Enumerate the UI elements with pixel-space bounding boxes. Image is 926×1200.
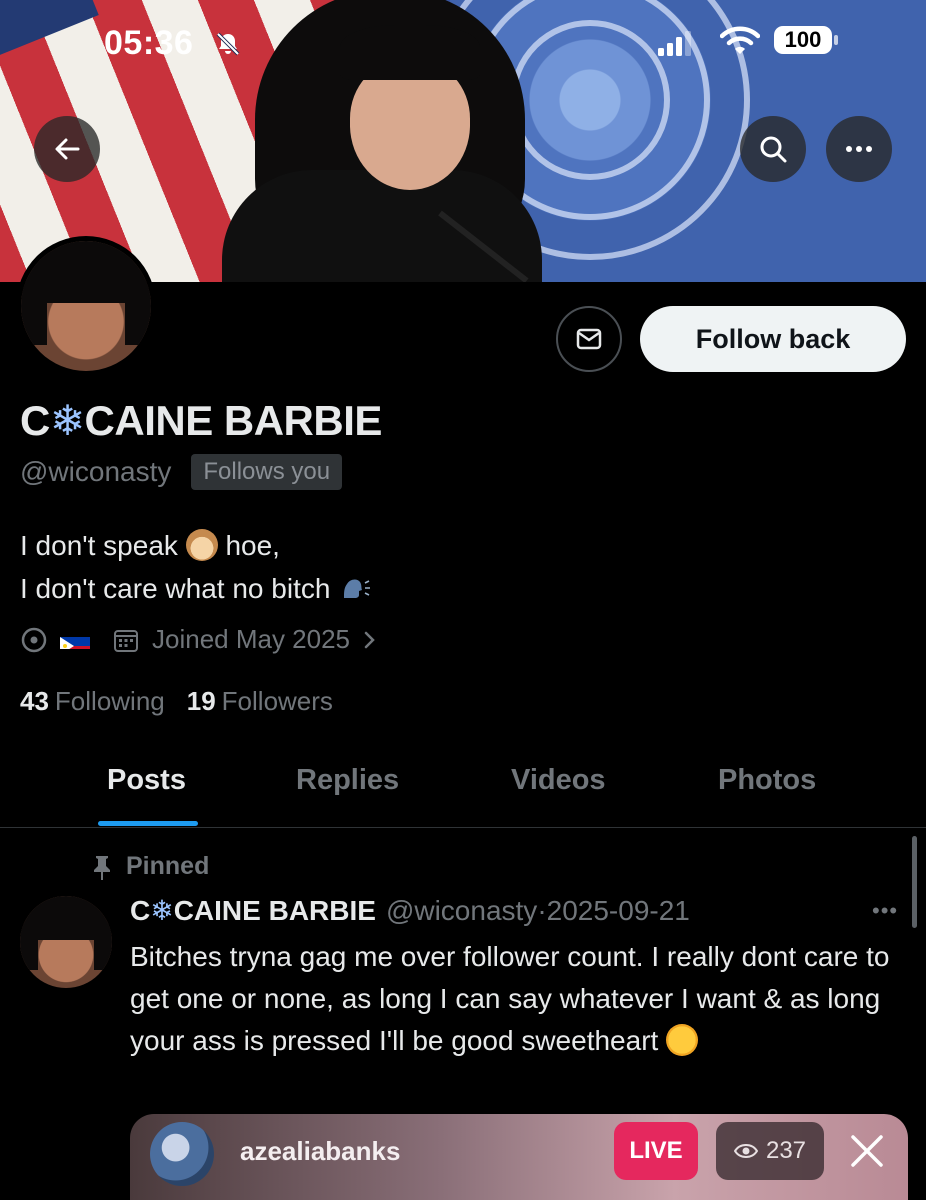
avatar-image (21, 241, 151, 371)
philippines-flag-icon (60, 631, 90, 649)
follows-you-badge: Follows you (191, 454, 343, 490)
handle-row: @wiconasty Follows you (20, 454, 343, 490)
close-live-button[interactable] (842, 1126, 892, 1176)
speaking-head-emoji (344, 579, 371, 598)
live-username: azealiabanks (240, 1136, 401, 1166)
calendar-icon (114, 629, 138, 652)
eye-icon (733, 1144, 758, 1158)
viewer-count: 237 (716, 1122, 824, 1180)
joined-date: Joined May 2025 (152, 624, 351, 654)
bell-slash-icon (216, 32, 240, 56)
back-button[interactable] (34, 116, 100, 182)
banner-person-body (222, 170, 542, 282)
post-author-avatar[interactable] (20, 896, 112, 988)
tab-posts[interactable]: Posts (107, 764, 186, 797)
signal-icon (658, 31, 691, 56)
profile-bio: I don't speak hoe, I don't care what no … (20, 524, 372, 610)
active-tab-indicator (98, 821, 198, 826)
live-user-avatar (150, 1122, 214, 1186)
profile-handle: @wiconasty (20, 456, 172, 487)
live-stream-bar[interactable]: azealiabanks LIVE 237 (130, 1114, 908, 1200)
tab-replies[interactable]: Replies (296, 764, 399, 797)
post-body: Bitches tryna gag me over follower count… (130, 941, 890, 1056)
profile-name: C❄CAINE BARBIE (20, 397, 382, 444)
ellipsis-icon (846, 146, 872, 152)
location-pin-icon (21, 627, 47, 652)
post-header: C❄CAINE BARBIE @wiconasty·2025-09-21 (130, 894, 690, 927)
scrollbar[interactable] (912, 836, 917, 928)
post-author-name[interactable]: C❄CAINE BARBIE (130, 894, 376, 927)
tab-photos[interactable]: Photos (718, 764, 816, 797)
search-icon (760, 136, 787, 163)
tab-videos[interactable]: Videos (511, 764, 606, 797)
post-more-icon[interactable]: ••• (872, 898, 898, 924)
pin-icon (94, 855, 110, 880)
dog-face-emoji (185, 529, 218, 561)
post-author-handle[interactable]: @wiconasty·2025-09-21 (386, 895, 690, 927)
message-button[interactable] (556, 306, 622, 372)
status-time: 05:36 (104, 24, 194, 62)
battery-tip (834, 35, 838, 45)
envelope-icon (576, 328, 602, 350)
profile-tabs: Posts Replies Videos Photos (0, 740, 926, 828)
follow-counts: 43 Following 19 Followers (20, 686, 333, 717)
banner-person-bangs (340, 25, 480, 80)
pinned-label: Pinned (92, 852, 209, 881)
search-button[interactable] (740, 116, 806, 182)
battery-indicator: 100 (774, 26, 832, 54)
live-badge: LIVE (614, 1122, 698, 1180)
snowflake-emoji: ❄ (49, 397, 85, 444)
profile-avatar[interactable] (16, 236, 156, 376)
follow-back-button[interactable]: Follow back (640, 306, 906, 372)
chevron-right-icon[interactable] (362, 629, 378, 651)
wifi-icon (720, 26, 760, 54)
followers-link[interactable]: 19 Followers (187, 686, 333, 717)
following-link[interactable]: 43 Following (20, 686, 165, 717)
more-options-button[interactable] (826, 116, 892, 182)
arrow-left-icon (55, 138, 80, 160)
profile-meta: Joined May 2025 (20, 624, 378, 655)
kissing-face-emoji (666, 1024, 699, 1056)
close-icon (851, 1135, 883, 1167)
